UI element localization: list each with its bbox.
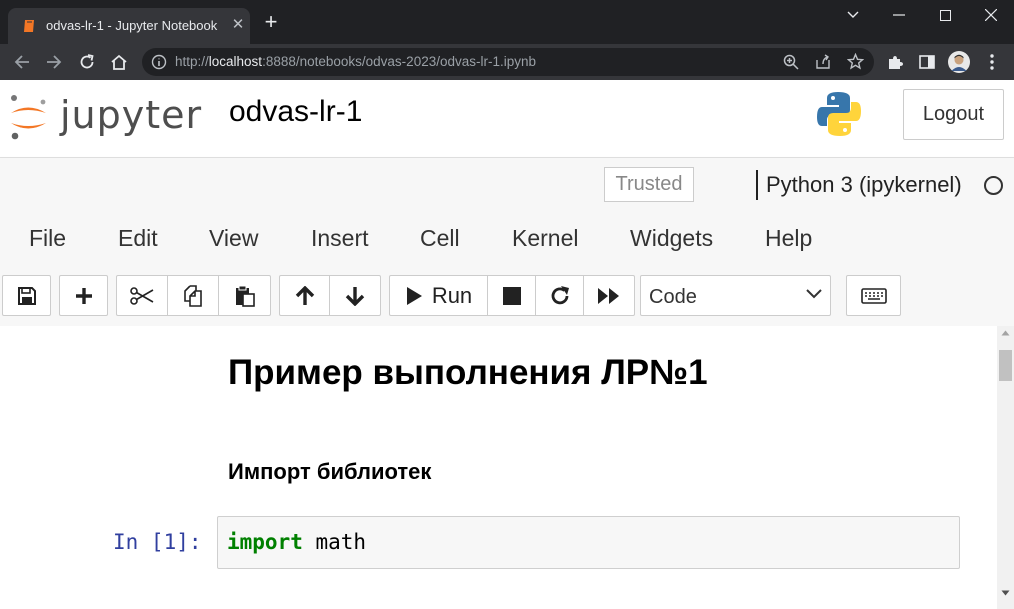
menu-help[interactable]: Help	[765, 225, 812, 252]
menu-view[interactable]: View	[209, 225, 258, 252]
add-cell-button[interactable]	[60, 276, 107, 315]
keyboard-shortcuts-button[interactable]	[847, 276, 900, 315]
tab-search-icon[interactable]	[830, 0, 876, 30]
url-text[interactable]: http://localhost:8888/notebooks/odvas-20…	[175, 54, 536, 69]
menu-insert[interactable]: Insert	[311, 225, 369, 252]
browser-toolbar: http://localhost:8888/notebooks/odvas-20…	[0, 44, 1014, 80]
save-icon	[17, 286, 36, 305]
insert-group	[59, 275, 108, 316]
restart-run-all-button[interactable]	[584, 276, 634, 315]
save-group	[2, 275, 51, 316]
home-icon[interactable]	[107, 50, 131, 74]
forward-icon[interactable]	[42, 50, 66, 74]
notebook-name[interactable]: odvas-lr-1	[229, 95, 362, 129]
copy-button[interactable]	[168, 276, 219, 315]
minimize-button[interactable]	[876, 0, 922, 30]
menu-cell[interactable]: Cell	[420, 225, 460, 252]
cut-button[interactable]	[117, 276, 168, 315]
scrollbar-thumb[interactable]	[999, 350, 1012, 381]
new-tab-button[interactable]: +	[261, 11, 281, 33]
notebook-menubar: Trusted Python 3 (ipykernel) File Edit V…	[0, 158, 1014, 326]
move-group	[279, 275, 381, 316]
page-scrollbar[interactable]	[997, 326, 1014, 609]
side-panel-icon[interactable]	[915, 50, 939, 74]
markdown-heading-1[interactable]: Пример выполнения ЛР№1	[228, 353, 708, 393]
stop-icon	[502, 286, 521, 305]
interrupt-button[interactable]	[488, 276, 536, 315]
move-up-icon	[295, 285, 314, 305]
python-logo-icon	[817, 92, 861, 136]
reload-icon[interactable]	[75, 50, 99, 74]
kernel-name[interactable]: Python 3 (ipykernel)	[766, 172, 962, 198]
paste-button[interactable]	[219, 276, 270, 315]
restart-icon	[551, 285, 569, 304]
run-button[interactable]: Run	[390, 276, 488, 315]
menu-edit[interactable]: Edit	[118, 225, 158, 252]
kernel-separator	[756, 170, 758, 200]
paste-icon	[235, 285, 255, 307]
copy-icon	[184, 284, 202, 307]
move-up-button[interactable]	[280, 276, 330, 315]
run-group: Run	[389, 275, 635, 316]
move-down-button[interactable]	[330, 276, 380, 315]
notebook-container: Пример выполнения ЛР№1 Импорт библиотек …	[0, 326, 1014, 609]
menu-widgets[interactable]: Widgets	[630, 225, 713, 252]
edit-group	[116, 275, 271, 316]
markdown-heading-3[interactable]: Импорт библиотек	[228, 459, 431, 485]
kernel-idle-indicator-icon	[984, 176, 1003, 195]
code-text[interactable]: import math	[227, 530, 366, 554]
browser-tab-bar: odvas-lr-1 - Jupyter Notebook ✕ +	[0, 0, 1014, 44]
tab-close-icon[interactable]: ✕	[230, 17, 246, 33]
cut-icon	[130, 286, 154, 305]
jupyter-header: jupyter odvas-lr-1 Logout	[0, 80, 1014, 158]
profile-avatar[interactable]	[947, 50, 971, 74]
keyboard-group	[846, 275, 901, 316]
site-info-icon[interactable]	[151, 54, 167, 70]
share-icon[interactable]	[815, 54, 831, 70]
run-icon	[406, 286, 422, 305]
browser-tab[interactable]: odvas-lr-1 - Jupyter Notebook ✕	[8, 8, 250, 44]
jupyter-logo-icon[interactable]	[9, 93, 49, 141]
bookmark-star-icon[interactable]	[847, 53, 864, 70]
cell-type-value: Code	[649, 286, 697, 308]
extensions-icon[interactable]	[883, 50, 907, 74]
save-button[interactable]	[3, 276, 50, 315]
move-down-icon	[345, 286, 365, 306]
cell-type-select[interactable]: Code	[640, 275, 831, 316]
logout-button[interactable]: Logout	[903, 89, 1004, 140]
jupyter-logo-text[interactable]: jupyter	[60, 93, 202, 137]
close-window-button[interactable]	[968, 0, 1014, 30]
cell-input-prompt: In [1]:	[113, 530, 202, 554]
restart-button[interactable]	[536, 276, 584, 315]
chevron-down-icon	[806, 289, 822, 299]
scroll-down-arrow-icon[interactable]	[997, 590, 1014, 602]
tab-title: odvas-lr-1 - Jupyter Notebook	[46, 18, 218, 33]
fast-forward-icon	[598, 287, 619, 304]
add-cell-icon	[75, 287, 92, 304]
run-label: Run	[431, 282, 473, 308]
back-icon[interactable]	[10, 50, 34, 74]
menu-file[interactable]: File	[29, 225, 66, 252]
keyboard-icon	[860, 287, 887, 304]
zoom-icon[interactable]	[783, 54, 799, 70]
address-bar[interactable]: http://localhost:8888/notebooks/odvas-20…	[142, 48, 874, 76]
trusted-badge[interactable]: Trusted	[604, 167, 694, 202]
maximize-button[interactable]	[922, 0, 968, 30]
browser-menu-icon[interactable]	[980, 50, 1004, 74]
code-cell-input[interactable]: import math	[217, 516, 960, 569]
notebook-favicon-icon	[24, 20, 34, 32]
menu-kernel[interactable]: Kernel	[512, 225, 578, 252]
scroll-up-arrow-icon[interactable]	[997, 330, 1014, 342]
